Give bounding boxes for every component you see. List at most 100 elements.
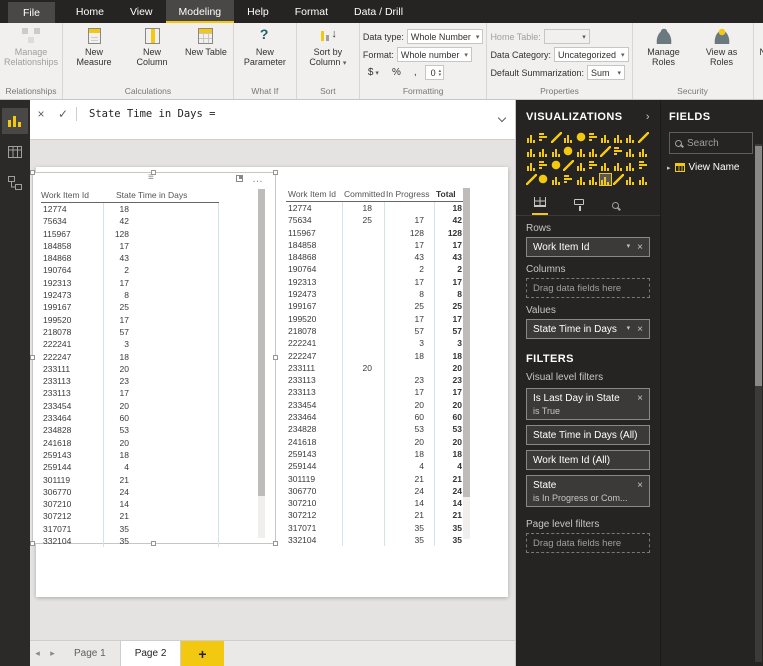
data-category-select[interactable]: Uncategorized ▾	[553, 47, 629, 62]
tab-data-drill[interactable]: Data / Drill	[341, 0, 416, 23]
page-tab-2[interactable]: Page 2	[119, 641, 182, 666]
filter-card-work-item-id[interactable]: Work Item Id (All)	[526, 450, 650, 470]
expand-table-icon[interactable]: ▸	[667, 164, 671, 172]
sort-by-column-button[interactable]: Sort by Column ▾	[300, 25, 356, 68]
shape-map-icon[interactable]	[625, 160, 637, 171]
multi-row-card-icon[interactable]	[550, 160, 562, 171]
fields-scrollbar[interactable]	[755, 144, 762, 662]
default-summarization-select[interactable]: Sum ▾	[586, 65, 625, 80]
columns-drop-zone[interactable]: Drag data fields here	[526, 278, 650, 298]
column-header[interactable]: State Time in Days	[103, 189, 219, 202]
collapse-panel-icon[interactable]: ›	[646, 111, 650, 123]
custom-visual-2-icon[interactable]	[538, 174, 550, 185]
formula-cancel-icon[interactable]: ×	[30, 107, 52, 121]
filter-card-state-time-in-days[interactable]: State Time in Days (All)	[526, 425, 650, 445]
currency-format-button[interactable]: $ ▾	[363, 65, 384, 80]
thousands-separator-button[interactable]: ,	[409, 65, 422, 80]
gauge-icon[interactable]	[526, 160, 537, 171]
filter-card-state[interactable]: State × is In Progress or Com...	[526, 475, 650, 507]
visual-options-icon[interactable]: …	[252, 173, 263, 184]
formula-expand-icon[interactable]	[497, 108, 507, 126]
formula-commit-icon[interactable]: ✓	[52, 107, 74, 121]
search-input[interactable]: Search	[669, 132, 753, 154]
data-view-button[interactable]	[2, 139, 28, 165]
format-pane-tab[interactable]	[572, 194, 586, 215]
tab-view[interactable]: View	[117, 0, 166, 23]
new-table-button[interactable]: New Table	[182, 25, 230, 57]
card-icon[interactable]	[538, 160, 550, 171]
fields-pane-tab[interactable]	[532, 194, 548, 215]
clustered-bar-chart-icon[interactable]	[550, 132, 562, 143]
remove-field-icon[interactable]: ×	[637, 242, 643, 253]
percent-format-button[interactable]: %	[387, 65, 406, 80]
donut-chart-icon[interactable]	[587, 146, 599, 157]
visual2-scrollbar[interactable]	[463, 188, 470, 539]
decimal-places-stepper[interactable]: 0 ▴ ▾	[424, 65, 445, 80]
page-tab-1[interactable]: Page 1	[60, 641, 120, 666]
view-as-roles-button[interactable]: View as Roles	[694, 25, 750, 68]
report-canvas[interactable]: ≡ … Work Item Id State Time in Days 1277…	[30, 140, 515, 640]
spinner-down-icon[interactable]: ▾	[439, 72, 442, 77]
visual1-scrollbar[interactable]	[258, 189, 265, 538]
model-view-button[interactable]	[2, 170, 28, 196]
tab-help[interactable]: Help	[234, 0, 282, 23]
filled-map-icon[interactable]	[625, 146, 637, 157]
formula-input[interactable]: State Time in Days =	[89, 108, 215, 120]
manage-relationships-button[interactable]: Manage Relationships	[3, 25, 59, 68]
field-item-view-name[interactable]: ▸ View Name	[661, 154, 763, 179]
tab-format[interactable]: Format	[282, 0, 341, 23]
new-group-button[interactable]: New Group	[757, 25, 763, 57]
rows-field-pill[interactable]: Work Item Id ▾ ×	[526, 237, 650, 257]
filter-card-is-last-day-in-state[interactable]: Is Last Day in State × is True	[526, 388, 650, 420]
stacked-column-chart-icon[interactable]	[538, 132, 550, 143]
custom-visual-1-icon[interactable]	[526, 174, 537, 185]
report-page[interactable]: ≡ … Work Item Id State Time in Days 1277…	[30, 167, 508, 597]
matrix-icon[interactable]	[599, 173, 613, 186]
custom-visual-8-icon[interactable]	[625, 174, 637, 185]
custom-visual-3-icon[interactable]	[550, 174, 562, 185]
scatter-chart-icon[interactable]	[563, 146, 575, 157]
matrix-visual-1[interactable]: ≡ … Work Item Id State Time in Days 1277…	[30, 170, 278, 548]
r-script-visual-icon[interactable]	[600, 160, 612, 171]
stacked-area-chart-icon[interactable]	[625, 132, 637, 143]
100-stacked-column-chart-icon[interactable]	[587, 132, 599, 143]
dropdown-arrow-icon[interactable]: ▾	[627, 242, 631, 253]
arcgis-map-icon[interactable]	[612, 160, 624, 171]
column-header[interactable]: Work Item Id	[41, 189, 103, 202]
funnel-icon[interactable]	[637, 146, 649, 157]
area-chart-icon[interactable]	[612, 132, 624, 143]
values-field-pill[interactable]: State Time in Days ▾ ×	[526, 319, 650, 339]
line-chart-icon[interactable]	[600, 132, 612, 143]
page-filters-drop-zone[interactable]: Drag data fields here	[526, 533, 650, 553]
new-column-button[interactable]: New Column	[124, 25, 180, 68]
data-type-select[interactable]: Whole Number ▾	[406, 29, 484, 44]
column-header[interactable]: Committed	[342, 188, 385, 201]
new-measure-button[interactable]: New Measure	[66, 25, 122, 68]
table-icon[interactable]	[587, 160, 599, 171]
format-select[interactable]: Whole number ▾	[396, 47, 472, 62]
custom-visual-5-icon[interactable]	[575, 174, 587, 185]
column-header[interactable]: In Progress	[384, 188, 434, 201]
remove-filter-icon[interactable]: ×	[637, 480, 643, 491]
next-page-icon[interactable]: ▸	[45, 641, 60, 666]
line-and-stacked-column-chart-icon[interactable]	[637, 132, 649, 143]
tab-home[interactable]: Home	[63, 0, 117, 23]
analytics-pane-tab[interactable]	[610, 194, 621, 215]
map-icon[interactable]	[612, 146, 624, 157]
ribbon-chart-icon[interactable]	[538, 146, 550, 157]
remove-field-icon[interactable]: ×	[637, 324, 643, 335]
custom-visual-7-icon[interactable]	[612, 174, 624, 185]
stacked-bar-chart-icon[interactable]	[526, 132, 537, 143]
prev-page-icon[interactable]: ◂	[30, 641, 45, 666]
kpi-icon[interactable]	[563, 160, 575, 171]
python-visual-icon[interactable]	[637, 160, 649, 171]
column-header[interactable]: Work Item Id	[286, 188, 342, 201]
clustered-column-chart-icon[interactable]	[563, 132, 575, 143]
pie-chart-icon[interactable]	[575, 146, 587, 157]
custom-visual-6-icon[interactable]	[587, 174, 599, 185]
100-stacked-bar-chart-icon[interactable]	[575, 132, 587, 143]
report-view-button[interactable]	[2, 108, 28, 134]
custom-visual-4-icon[interactable]	[563, 174, 575, 185]
new-parameter-button[interactable]: New Parameter	[237, 25, 293, 68]
tab-file[interactable]: File	[8, 2, 55, 23]
